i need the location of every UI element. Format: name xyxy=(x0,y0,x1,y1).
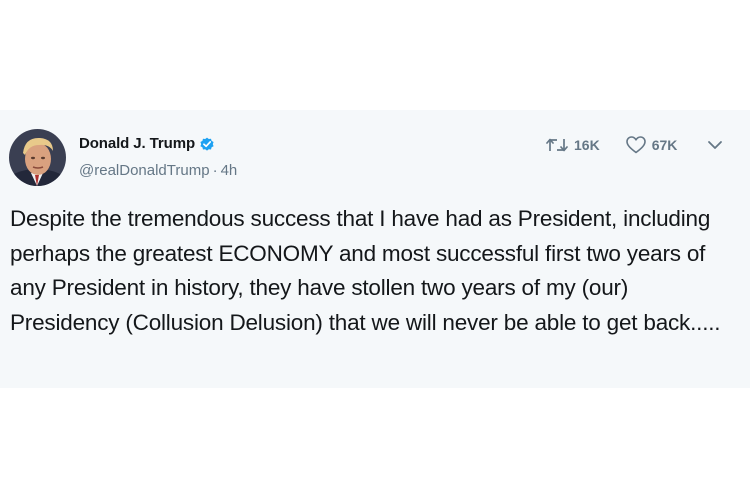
like-button[interactable]: 67K xyxy=(625,136,678,154)
retweet-icon xyxy=(546,136,568,154)
separator-dot: · xyxy=(212,162,218,179)
verified-badge-icon xyxy=(199,136,215,152)
tweet-card[interactable]: Donald J. Trump @realDonaldTrump · 4h 16… xyxy=(0,110,750,388)
tweet-text: Despite the tremendous success that I ha… xyxy=(10,206,721,335)
heart-icon xyxy=(625,136,646,154)
timestamp[interactable]: 4h xyxy=(221,162,238,179)
avatar[interactable] xyxy=(9,129,66,186)
retweet-count: 16K xyxy=(574,137,600,153)
name-row: Donald J. Trump xyxy=(79,135,215,152)
chevron-down-icon[interactable] xyxy=(707,137,723,153)
retweet-button[interactable]: 16K xyxy=(546,136,600,154)
like-count: 67K xyxy=(651,137,678,153)
page: Donald J. Trump @realDonaldTrump · 4h 16… xyxy=(0,0,750,500)
tweet-actions: 16K 67K xyxy=(546,136,723,154)
display-name[interactable]: Donald J. Trump xyxy=(79,135,195,152)
handle-row: @realDonaldTrump · 4h xyxy=(79,162,237,179)
handle[interactable]: @realDonaldTrump xyxy=(79,162,210,179)
